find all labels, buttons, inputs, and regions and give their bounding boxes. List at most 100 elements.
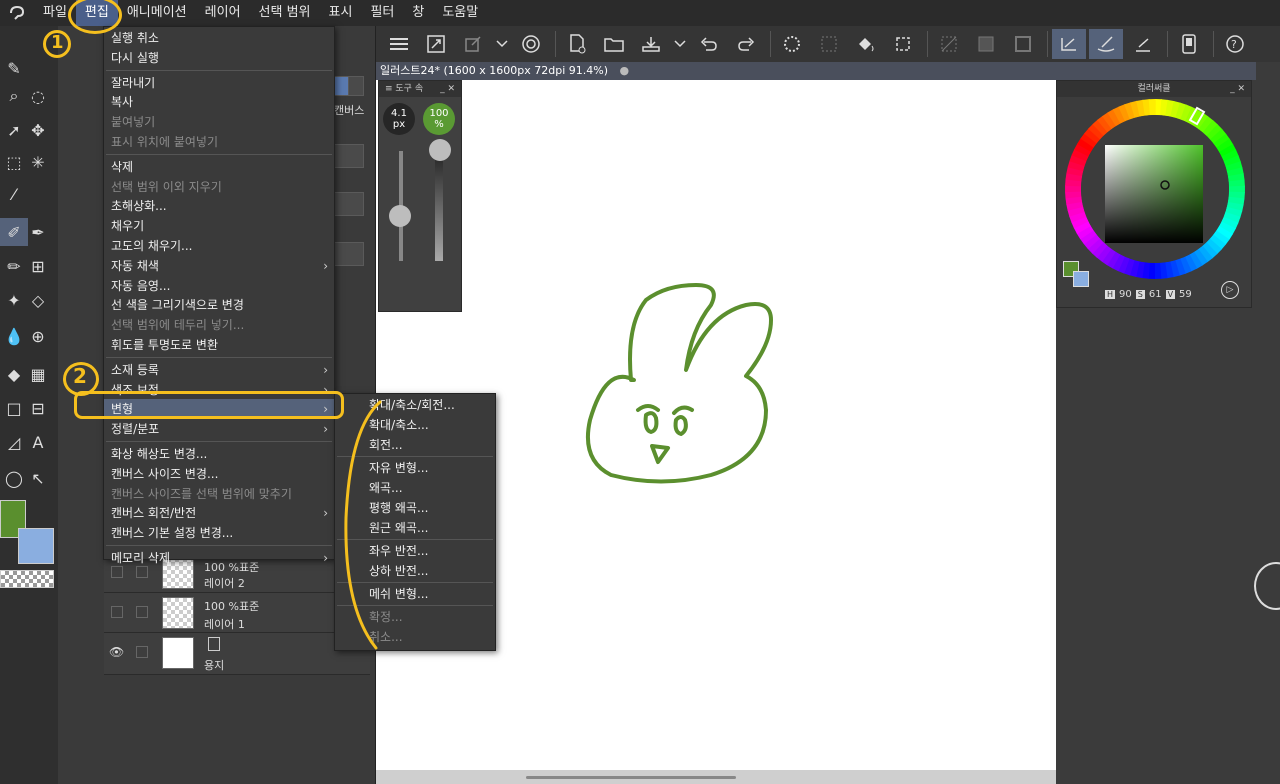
pen-tool-icon[interactable]: ✎ <box>0 54 28 82</box>
edit-menu-item[interactable]: 소재 등록 › <box>104 360 334 380</box>
eyedropper-icon[interactable]: ⁄ <box>0 180 28 208</box>
annotation-highlight-transform <box>74 391 344 419</box>
menu-window[interactable]: 창 <box>403 0 433 26</box>
app-logo-icon[interactable] <box>0 0 34 26</box>
menubar: 파일 편집 애니메이션 레이어 선택 범위 표시 필터 창 도움말 <box>0 0 1280 26</box>
loading-icon[interactable] <box>775 29 809 59</box>
transparent-swatch[interactable] <box>0 570 54 588</box>
toolbar-divider <box>1213 31 1214 57</box>
opacity-slider-handle[interactable] <box>429 139 451 161</box>
edit-menu-item[interactable]: 초해상화... <box>104 196 334 216</box>
eraser-icon[interactable]: ◇ <box>24 286 52 314</box>
crop-icon[interactable] <box>886 29 920 59</box>
help-icon[interactable]: ? <box>1218 29 1252 59</box>
grid-icon[interactable]: ⊕ <box>24 322 52 350</box>
edit-menu-item[interactable]: 캔버스 사이즈를 선택 범위에 맞추기 <box>104 484 334 504</box>
save-icon[interactable] <box>634 29 668 59</box>
menu-layer[interactable]: 레이어 <box>196 0 250 26</box>
histogram-icon[interactable] <box>330 144 364 168</box>
gradient-icon[interactable]: ▦ <box>24 360 52 388</box>
align-icon[interactable] <box>330 192 364 216</box>
cloud-icon[interactable] <box>514 29 548 59</box>
edit-menu-item[interactable]: 고도의 채우기... <box>104 236 334 256</box>
open-folder-icon[interactable] <box>597 29 631 59</box>
line-snap-icon[interactable] <box>1126 29 1160 59</box>
canvas-hscrollbar[interactable] <box>376 770 1056 784</box>
scroll-thumb[interactable] <box>526 776 736 779</box>
brush-snap-icon[interactable] <box>1089 29 1123 59</box>
menu-view[interactable]: 표시 <box>320 0 362 26</box>
brush-size-value[interactable]: 4.1 px <box>383 103 415 135</box>
ruler-snap-icon[interactable] <box>1052 29 1086 59</box>
layer-name: 용지 <box>204 659 225 672</box>
option-field[interactable] <box>330 242 364 266</box>
edit-menu-item[interactable]: 잘라내기 <box>104 73 334 93</box>
edit-menu-item[interactable]: 선 색을 그리기색으로 변경 <box>104 295 334 315</box>
fit-view-icon[interactable] <box>419 29 453 59</box>
edit-menu-item[interactable]: 화상 해상도 변경... <box>104 444 334 464</box>
brush-icon[interactable]: ✒ <box>24 218 52 246</box>
lock-toggle[interactable] <box>136 646 148 658</box>
color-wheel[interactable] <box>1057 97 1253 287</box>
edit-menu-item[interactable]: 삭제 <box>104 157 334 177</box>
companion-icon[interactable] <box>456 29 490 59</box>
edit-menu-item[interactable]: 복사 <box>104 92 334 112</box>
selection-icon[interactable] <box>812 29 846 59</box>
invert-selection-icon[interactable] <box>969 29 1003 59</box>
edit-menu-item[interactable]: 메모리 삭제 › <box>104 548 334 568</box>
eye-icon[interactable]: 👁 <box>109 645 124 659</box>
menu-separator <box>106 441 332 442</box>
edit-menu-item-label: 선택 범위에 테두리 넣기... <box>111 318 245 333</box>
opacity-slider-track[interactable] <box>435 151 443 261</box>
correction-icon[interactable]: ↖ <box>24 464 52 492</box>
new-file-icon[interactable] <box>560 29 594 59</box>
selection-border-icon[interactable] <box>1006 29 1040 59</box>
edit-menu-item[interactable]: 선택 범위에 테두리 넣기... <box>104 315 334 335</box>
edit-menu-item[interactable]: 정렬/분포 › <box>104 419 334 439</box>
sub-color-swatch[interactable] <box>18 528 54 564</box>
edit-menu-item[interactable]: 붙여넣기 <box>104 112 334 132</box>
edit-menu-item-label: 휘도를 투명도로 변환 <box>111 338 218 352</box>
visibility-toggle[interactable] <box>111 606 123 618</box>
edit-menu-item[interactable]: 자동 채색 › <box>104 256 334 276</box>
edit-menu-item[interactable]: 선택 범위 이외 지우기 <box>104 177 334 197</box>
sub-color-chip[interactable] <box>1073 271 1089 287</box>
lasso-icon[interactable]: ◌ <box>24 82 52 110</box>
chevron-down-icon[interactable] <box>671 29 689 59</box>
edit-menu-item[interactable]: 휘도를 투명도로 변환 <box>104 335 334 355</box>
lock-toggle[interactable] <box>136 606 148 618</box>
edit-menu-item[interactable]: 자동 음영... <box>104 276 334 296</box>
edit-menu-item[interactable]: 표시 위치에 붙여넣기 <box>104 132 334 152</box>
fill-icon[interactable] <box>849 29 883 59</box>
svg-text:?: ? <box>1231 38 1237 51</box>
menu-help[interactable]: 도움말 <box>433 0 487 26</box>
airbrush-icon[interactable]: ⊞ <box>24 252 52 280</box>
menu-filter[interactable]: 필터 <box>361 0 403 26</box>
command-bar: ? <box>376 26 1280 62</box>
edit-menu-item[interactable]: 캔버스 기본 설정 변경... <box>104 523 334 543</box>
edit-menu-item[interactable]: 다시 실행 <box>104 48 334 68</box>
magic-wand-icon[interactable]: ✳ <box>24 148 52 176</box>
clear-selection-icon[interactable] <box>932 29 966 59</box>
edit-menu-item[interactable]: 캔버스 회전/반전 › <box>104 503 334 523</box>
right-scrollbar[interactable] <box>1262 62 1280 784</box>
move-icon[interactable]: ✥ <box>24 116 52 144</box>
play-icon[interactable]: ▷ <box>1221 281 1239 299</box>
chevron-down-icon[interactable] <box>493 29 511 59</box>
menu-animation[interactable]: 애니메이션 <box>118 0 196 26</box>
menu-selection[interactable]: 선택 범위 <box>250 0 320 26</box>
toolbar-divider <box>1167 31 1168 57</box>
hamburger-icon[interactable] <box>382 29 416 59</box>
frame-icon[interactable]: ⊟ <box>24 394 52 422</box>
smartphone-icon[interactable] <box>1172 29 1206 59</box>
chevron-down-icon[interactable] <box>348 76 364 96</box>
canvas-tab[interactable]: 일러스트24* (1600 x 1600px 72dpi 91.4%) ● <box>376 62 1256 80</box>
size-slider-handle[interactable] <box>389 205 411 227</box>
undo-icon[interactable] <box>692 29 726 59</box>
edit-menu-item[interactable]: 채우기 <box>104 216 334 236</box>
edit-menu-item[interactable]: 실행 취소 <box>104 28 334 48</box>
opacity-value[interactable]: 100% <box>423 103 455 135</box>
text-icon[interactable]: A <box>24 428 52 456</box>
redo-icon[interactable] <box>729 29 763 59</box>
edit-menu-item[interactable]: 캔버스 사이즈 변경... <box>104 464 334 484</box>
